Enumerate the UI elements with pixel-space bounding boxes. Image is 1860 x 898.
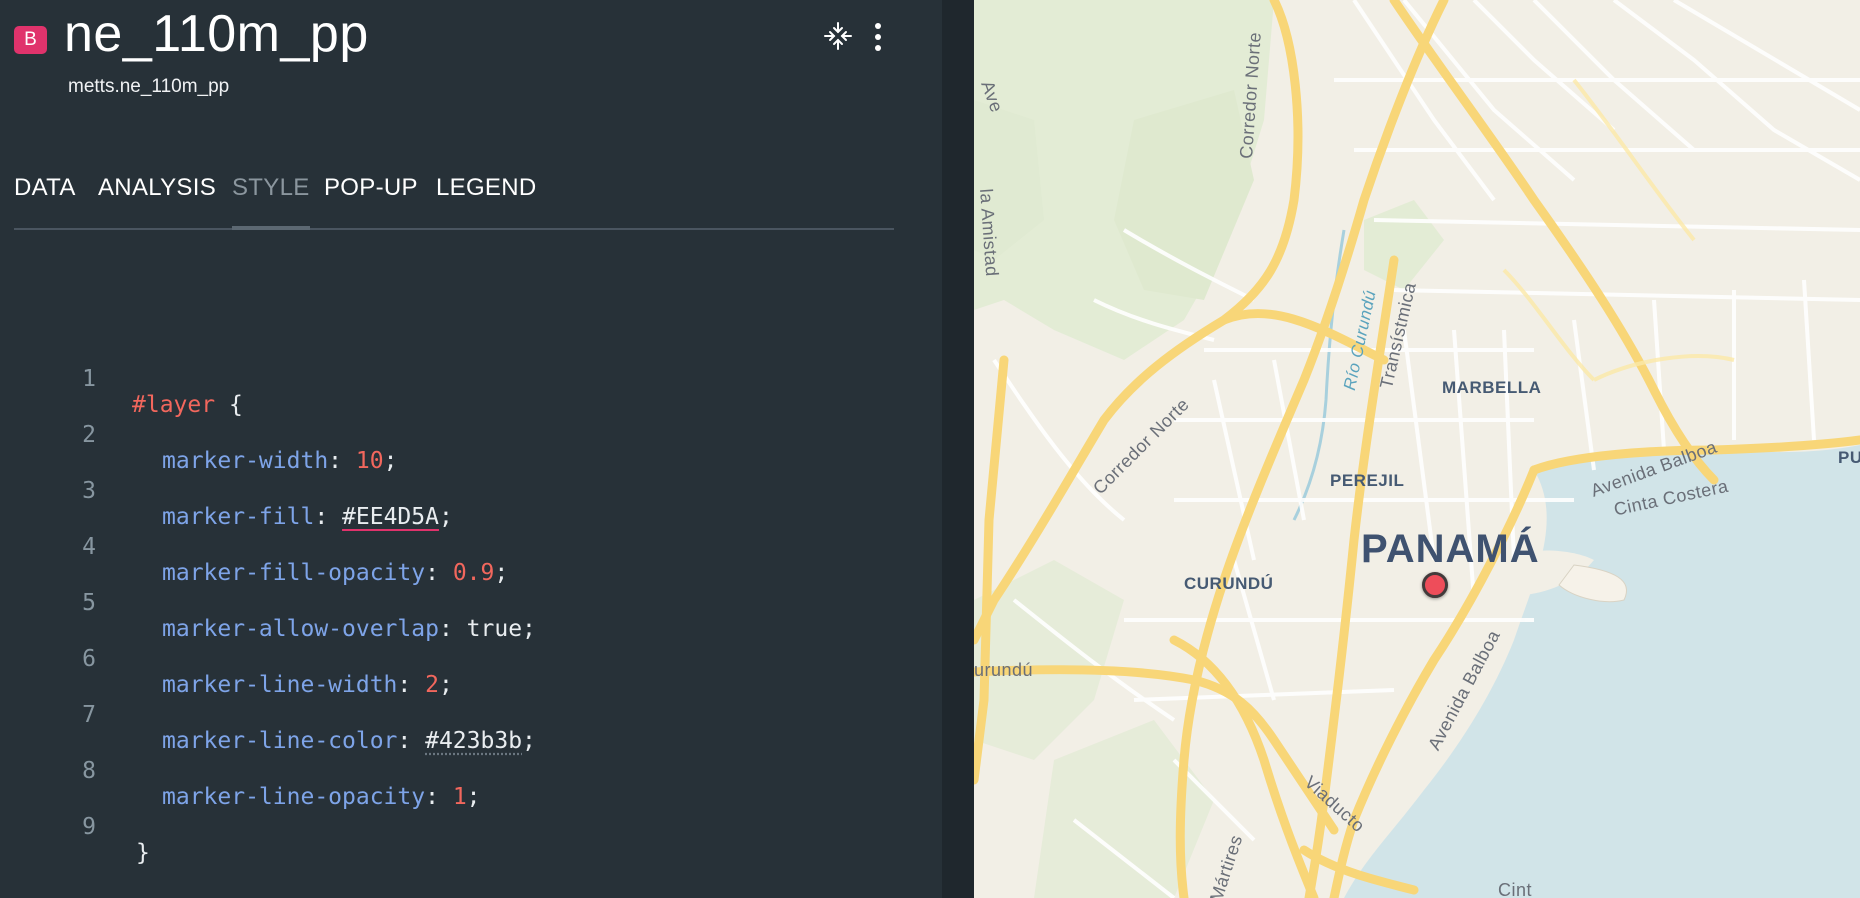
line-number: 6 <box>82 646 96 672</box>
code-line: 5 marker-allow-overlap: true; <box>0 564 900 642</box>
tab-style[interactable]: STYLE <box>232 172 310 230</box>
map-view[interactable]: MARBELLA PEREJIL CURUNDÚ PANAMÁ PU Corre… <box>974 0 1860 898</box>
basemap <box>974 0 1860 898</box>
tab-data[interactable]: DATA <box>14 172 76 228</box>
line-number: 7 <box>82 702 96 728</box>
tab-bar: DATA ANALYSIS STYLE POP-UP LEGEND <box>14 172 894 230</box>
code-line: 4 marker-fill-opacity: 0.9; <box>0 508 900 586</box>
map-label-pu: PU <box>1838 448 1860 467</box>
code-line: 1 #layer { <box>0 340 900 418</box>
code-line: 9 } <box>0 788 900 866</box>
code-line: 8 marker-line-opacity: 1; <box>0 732 900 810</box>
code-line: 7 marker-line-color: #423b3b; <box>0 676 900 754</box>
panel-divider[interactable] <box>942 0 974 898</box>
map-label-marbella: MARBELLA <box>1442 378 1542 397</box>
code-line: 3 marker-fill: #EE4D5A; <box>0 452 900 530</box>
more-vertical-icon <box>875 23 881 51</box>
code-line: 2 marker-width: 10; <box>0 396 900 474</box>
map-label-perejil: PEREJIL <box>1330 471 1405 490</box>
line-number: 3 <box>82 478 96 504</box>
close-brace: } <box>136 840 150 866</box>
map-label-curundu: CURUNDÚ <box>1184 574 1274 593</box>
layer-badge: B <box>14 26 47 54</box>
map-label-cinta-bottom: Cint <box>1498 880 1533 898</box>
layer-title: ne_110m_pp <box>64 5 369 63</box>
line-number: 5 <box>82 590 96 616</box>
line-number: 8 <box>82 758 96 784</box>
line-number: 9 <box>82 814 96 840</box>
code-line: 6 marker-line-width: 2; <box>0 620 900 698</box>
line-number: 1 <box>82 366 96 392</box>
tab-legend[interactable]: LEGEND <box>436 172 537 228</box>
map-label-curundu-road: urundú <box>974 660 1034 680</box>
map-label-panama: PANAMÁ <box>1361 527 1540 571</box>
line-number: 4 <box>82 534 96 560</box>
map-point-marker[interactable] <box>1422 572 1448 598</box>
tab-popup[interactable]: POP-UP <box>324 172 418 228</box>
style-editor-panel: B ne_110m_pp metts.ne_110m_pp DATA ANALY… <box>0 0 942 898</box>
line-number: 2 <box>82 422 96 448</box>
collapse-button[interactable] <box>822 20 854 52</box>
tab-analysis[interactable]: ANALYSIS <box>98 172 216 228</box>
layer-subtitle: metts.ne_110m_pp <box>68 76 230 97</box>
more-options-button[interactable] <box>868 20 888 54</box>
collapse-arrows-icon <box>824 22 852 50</box>
